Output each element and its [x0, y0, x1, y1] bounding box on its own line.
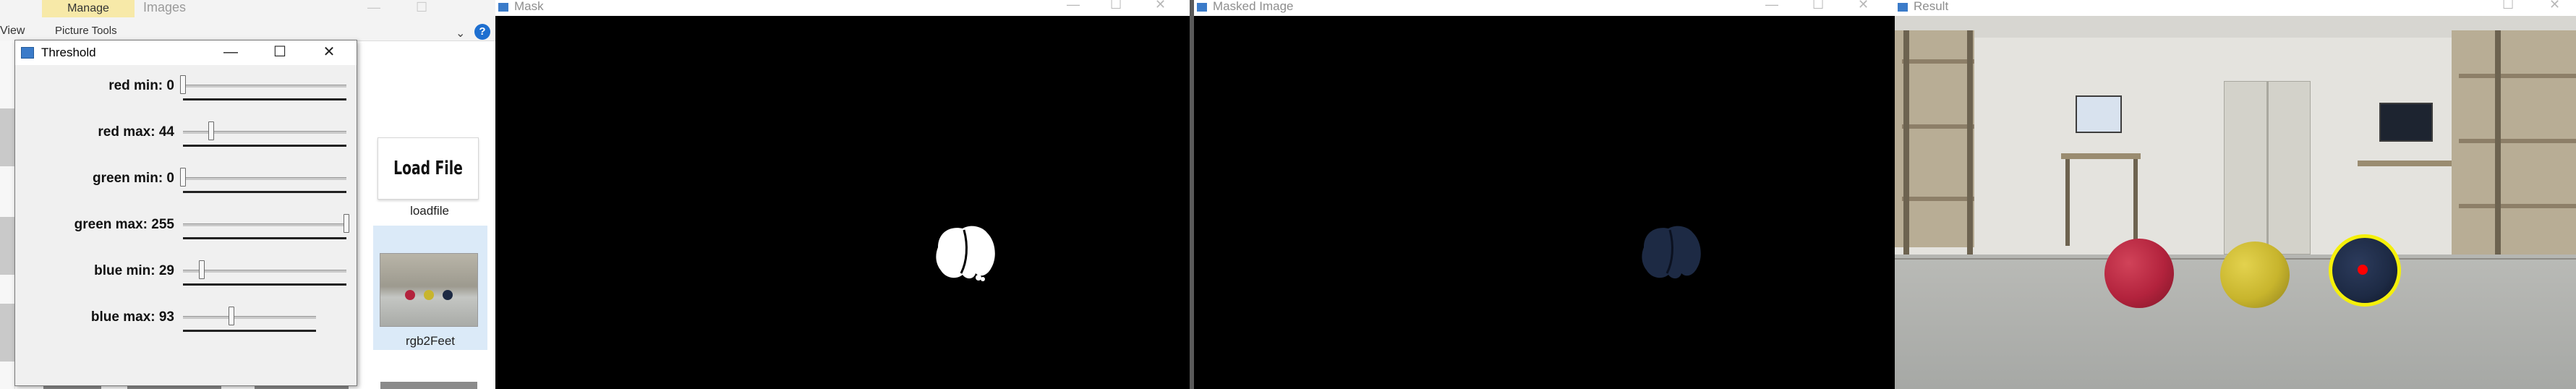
- result-title: Result: [1914, 0, 1949, 13]
- yellow-tennis-ball: [2220, 241, 2290, 308]
- partial-thumbnail[interactable]: [0, 304, 16, 362]
- shelf-board: [1902, 197, 1974, 201]
- slider-label: red min: 0: [108, 78, 174, 93]
- slider-row: blue max: 93: [15, 301, 357, 344]
- result-titlebar[interactable]: Result ☐ ✕: [1895, 0, 2576, 16]
- mask-title: Mask: [514, 0, 544, 13]
- load-file-text: Load File: [393, 158, 463, 179]
- slider-label: green max: 255: [74, 217, 174, 232]
- slider-baseline: [183, 330, 316, 332]
- mask-window: Mask — ☐ ✕: [495, 0, 1190, 389]
- close-icon[interactable]: ✕: [1155, 0, 1166, 12]
- slider-baseline: [183, 191, 346, 193]
- slider-thumb[interactable]: [344, 214, 349, 233]
- slider-row: red max: 44: [15, 116, 357, 159]
- loadfile-thumbnail[interactable]: Load File: [378, 137, 479, 200]
- slider-baseline: [183, 145, 346, 147]
- ribbon: Manage Images — ☐ View Picture Tools ⌄ ?: [0, 0, 495, 41]
- slider-label: blue min: 29: [94, 263, 174, 278]
- maximize-icon[interactable]: ☐: [1812, 0, 1824, 12]
- close-icon[interactable]: ✕: [1858, 0, 1869, 12]
- shelf-board: [2459, 74, 2576, 78]
- view-tab[interactable]: View: [0, 25, 25, 38]
- shelf-board: [1902, 59, 1974, 64]
- desk: [2358, 161, 2452, 166]
- mask-titlebar[interactable]: Mask — ☐ ✕: [495, 0, 1190, 16]
- maximize-button[interactable]: ☐: [258, 40, 302, 65]
- masked-image-titlebar[interactable]: Masked Image — ☐ ✕: [1194, 0, 1895, 16]
- center-dot: [2358, 265, 2368, 275]
- help-icon[interactable]: ?: [474, 24, 490, 40]
- shelf-board: [2459, 139, 2576, 143]
- masked-image-window: Masked Image — ☐ ✕: [1194, 0, 1895, 389]
- picture-tools-tab[interactable]: Picture Tools: [55, 25, 117, 37]
- slider-track[interactable]: [183, 85, 346, 87]
- slider-thumb[interactable]: [180, 75, 186, 94]
- maximize-icon[interactable]: ☐: [416, 0, 427, 15]
- close-icon[interactable]: ✕: [2549, 0, 2560, 12]
- minimize-icon[interactable]: —: [367, 0, 380, 15]
- minimize-icon[interactable]: —: [1067, 0, 1080, 12]
- slider-row: green min: 0: [15, 162, 357, 205]
- app-icon: [21, 47, 34, 59]
- desk: [2061, 153, 2141, 159]
- slider-baseline: [183, 237, 346, 239]
- app-icon: [1197, 3, 1207, 12]
- slider-track[interactable]: [183, 316, 316, 319]
- slider-row: green max: 255: [15, 208, 357, 252]
- threshold-window: Threshold — ☐ ✕ red min: 0 red max: 44 gre…: [14, 40, 357, 386]
- slider-baseline: [183, 98, 346, 101]
- slider-label: red max: 44: [98, 124, 174, 140]
- close-button[interactable]: ✕: [307, 40, 351, 65]
- masked-image-title: Masked Image: [1213, 0, 1294, 13]
- desk-leg: [2065, 159, 2070, 246]
- shelf-board: [1902, 124, 1974, 129]
- desk-leg: [2133, 159, 2138, 246]
- slider-track[interactable]: [183, 223, 346, 226]
- rgb2feet-thumbnail[interactable]: [380, 253, 478, 327]
- minimize-icon[interactable]: —: [1765, 0, 1778, 12]
- result-image: [1895, 16, 2576, 389]
- partial-thumbnail[interactable]: [380, 382, 477, 389]
- red-tennis-ball: [2104, 239, 2174, 308]
- partial-thumbnail[interactable]: [0, 108, 16, 166]
- threshold-title: Threshold: [41, 46, 96, 59]
- shelf-post: [1967, 30, 1973, 255]
- partial-thumbnail[interactable]: [0, 217, 16, 275]
- slider-row: red min: 0: [15, 69, 357, 113]
- manage-tab[interactable]: Manage: [42, 0, 135, 17]
- slider-thumb[interactable]: [198, 260, 205, 279]
- slider-baseline: [183, 283, 346, 286]
- explorer-title: Images: [143, 0, 187, 14]
- slider-label: blue max: 93: [90, 309, 174, 325]
- monitor: [2379, 103, 2433, 142]
- app-icon: [498, 3, 508, 12]
- minimize-button[interactable]: —: [209, 40, 252, 65]
- file-label-rgb2feet[interactable]: rgb2Feet: [373, 334, 487, 349]
- slider-thumb[interactable]: [180, 168, 186, 187]
- file-label-loadfile[interactable]: loadfile: [376, 204, 483, 218]
- maximize-icon[interactable]: ☐: [1110, 0, 1122, 12]
- app-icon: [1898, 3, 1908, 12]
- cabinet-seam: [2266, 81, 2269, 255]
- slider-row: blue min: 29: [15, 255, 357, 298]
- monitor: [2076, 95, 2122, 133]
- masked-image: [1642, 226, 1701, 279]
- maximize-icon[interactable]: ☐: [2502, 0, 2514, 12]
- threshold-titlebar[interactable]: Threshold — ☐ ✕: [15, 40, 357, 65]
- slider-thumb[interactable]: [229, 307, 235, 325]
- slider-thumb[interactable]: [208, 121, 214, 140]
- shelf-post: [2495, 30, 2501, 255]
- slider-label: green min: 0: [93, 171, 174, 186]
- shelf-board: [2459, 204, 2576, 208]
- slider-track[interactable]: [183, 177, 346, 180]
- mask-image: [936, 226, 995, 281]
- shelf-post: [1903, 30, 1909, 255]
- chevron-down-icon[interactable]: ⌄: [456, 26, 465, 40]
- slider-track[interactable]: [183, 270, 346, 273]
- slider-track[interactable]: [183, 131, 346, 134]
